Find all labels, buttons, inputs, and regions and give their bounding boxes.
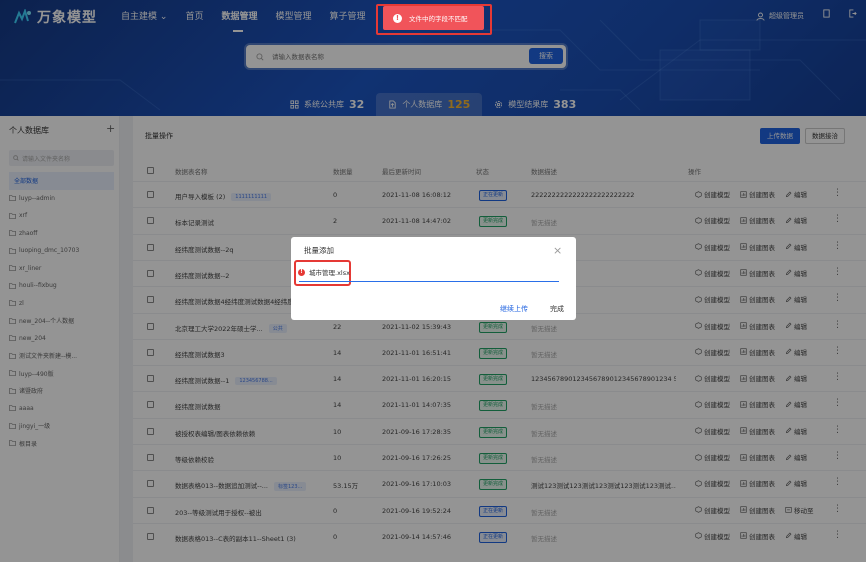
- file-name: 城市管理.xlsx: [309, 269, 350, 277]
- file-progress-line: [299, 281, 559, 282]
- error-icon: !: [298, 268, 305, 276]
- error-toast: ! 文件中的字段不匹配: [383, 6, 484, 30]
- close-icon[interactable]: ×: [553, 245, 562, 256]
- continue-upload-button[interactable]: 继续上传: [500, 304, 528, 314]
- batch-add-dialog: 批量添加 × ! 城市管理.xlsx 继续上传 完成: [291, 237, 576, 320]
- alert-icon: !: [393, 13, 402, 23]
- done-button[interactable]: 完成: [550, 304, 564, 314]
- dialog-title: 批量添加: [304, 246, 334, 255]
- toast-message: 文件中的字段不匹配: [409, 15, 468, 23]
- file-item[interactable]: ! 城市管理.xlsx: [298, 267, 350, 277]
